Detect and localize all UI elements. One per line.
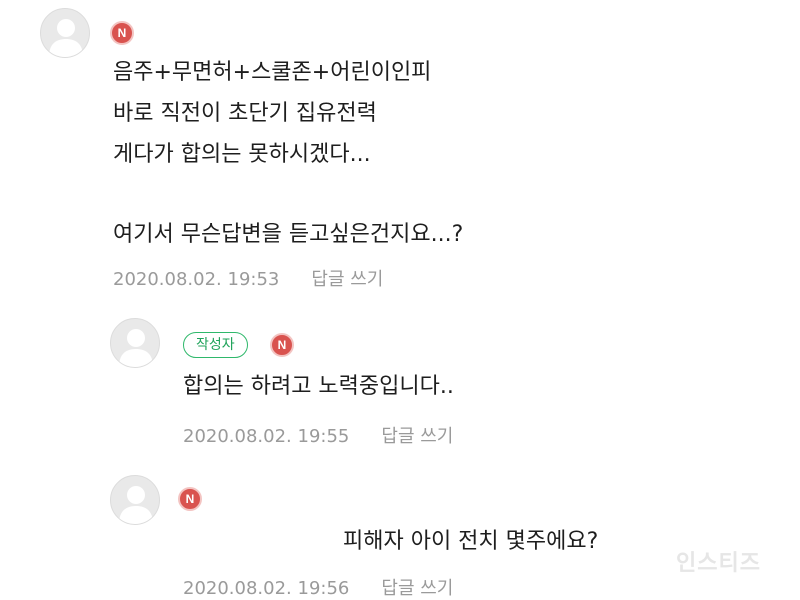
avatar[interactable] xyxy=(40,8,90,58)
user-silhouette-icon xyxy=(49,19,83,57)
new-badge: N xyxy=(270,333,294,357)
comment-text-line: 음주+무면허+스쿨존+어린이인피 xyxy=(113,60,432,85)
comment-text-line: 합의는 하려고 노력중입니다.. xyxy=(183,374,454,399)
comment-text-line: 바로 직전이 초단기 집유전력 xyxy=(113,101,377,126)
comment-thread: N 음주+무면허+스쿨존+어린이인피 바로 직전이 초단기 집유전력 게다가 합… xyxy=(0,0,800,600)
comment-timestamp: 2020.08.02. 19:55 xyxy=(183,426,350,447)
reply-button[interactable]: 답글 쓰기 xyxy=(381,426,453,447)
comment-meta: 2020.08.02. 19:53 답글 쓰기 xyxy=(113,265,383,291)
reply-button[interactable]: 답글 쓰기 xyxy=(311,269,383,290)
comment-meta: 2020.08.02. 19:56 답글 쓰기 xyxy=(183,574,453,600)
comment-meta: 2020.08.02. 19:55 답글 쓰기 xyxy=(183,422,453,448)
comment-timestamp: 2020.08.02. 19:53 xyxy=(113,269,280,290)
comment-text-line: 피해자 아이 전치 몇주에요? xyxy=(343,529,599,554)
new-badge: N xyxy=(110,21,134,45)
comment-text-line: 게다가 합의는 못하시겠다... xyxy=(113,142,371,167)
avatar[interactable] xyxy=(110,475,160,525)
new-badge: N xyxy=(178,487,202,511)
comment-text-line: 여기서 무슨답변을 듣고싶은건지요...? xyxy=(113,222,464,247)
user-silhouette-icon xyxy=(119,329,153,367)
watermark: 인스티즈 xyxy=(676,551,761,576)
author-badge: 작성자 xyxy=(183,332,248,358)
user-silhouette-icon xyxy=(119,486,153,524)
comment-timestamp: 2020.08.02. 19:56 xyxy=(183,578,350,599)
avatar[interactable] xyxy=(110,318,160,368)
reply-button[interactable]: 답글 쓰기 xyxy=(381,578,453,599)
